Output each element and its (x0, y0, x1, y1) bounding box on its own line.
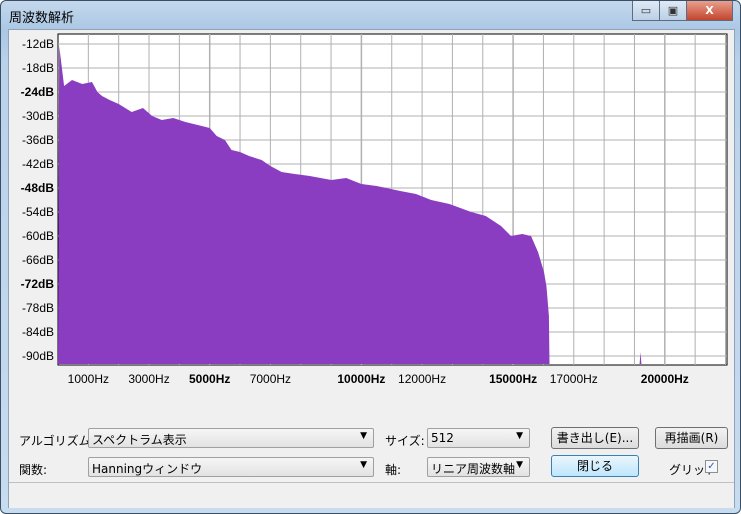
size-value: 512 (431, 431, 454, 445)
y-tick-label: -60dB (22, 229, 54, 243)
x-tick-label: 20000Hz (641, 372, 689, 386)
x-tick-label: 15000Hz (489, 372, 537, 386)
x-tick-label: 7000Hz (250, 372, 291, 386)
algorithm-value: スペクトラム表示 (92, 433, 187, 447)
y-tick-label: -66dB (22, 253, 54, 267)
y-tick-label: -84dB (22, 325, 54, 339)
function-label: 関数: (19, 463, 48, 477)
y-tick-label: -36dB (22, 133, 54, 147)
x-tick-label: 10000Hz (337, 372, 385, 386)
algorithm-select[interactable]: スペクトラム表示 ▼ (88, 428, 374, 448)
y-tick-label: -18dB (22, 61, 54, 75)
x-tick-label: 17000Hz (550, 372, 598, 386)
x-tick-label: 1000Hz (68, 372, 109, 386)
y-tick-label: -90dB (22, 349, 54, 363)
function-value: Hanningウィンドウ (92, 462, 203, 476)
y-tick-label: -72dB (21, 277, 55, 291)
axis-label: 軸: (385, 463, 402, 477)
y-tick-label: -12dB (22, 37, 54, 51)
frequency-analysis-window: 周波数解析 ▭ ▣ X -12dB -18dB -24dB -30dB -36dB -42… (0, 0, 741, 514)
size-label: サイズ: (385, 434, 425, 448)
algorithm-label: アルゴリズム: (19, 434, 95, 448)
y-tick-label: -48dB (21, 181, 55, 195)
function-select[interactable]: Hanningウィンドウ ▼ (88, 457, 374, 477)
y-tick-label: -24dB (21, 85, 55, 99)
grid-checkbox[interactable]: ✓ (705, 460, 718, 473)
chevron-down-icon: ▼ (360, 460, 367, 470)
client-area: -12dB -18dB -24dB -30dB -36dB -42dB -48dB -54dB… (8, 29, 735, 508)
spectrum-chart: -12dB -18dB -24dB -30dB -36dB -42dB -48dB -54dB… (21, 33, 728, 386)
x-tick-label: 12000Hz (398, 372, 446, 386)
y-tick-label: -78dB (22, 301, 54, 315)
redraw-button[interactable]: 再描画(R) (655, 427, 728, 449)
chevron-down-icon: ▼ (516, 431, 523, 441)
y-tick-label: -30dB (22, 109, 54, 123)
x-tick-label: 3000Hz (128, 372, 169, 386)
size-select[interactable]: 512 ▼ (427, 428, 530, 448)
close-button[interactable]: 閉じる (551, 455, 639, 477)
chevron-down-icon: ▼ (516, 460, 523, 470)
axis-value: リニア周波数軸 (431, 462, 516, 476)
x-tick-label: 5000Hz (189, 372, 230, 386)
status-bar (9, 482, 734, 508)
maximize-button[interactable]: ▣ (659, 1, 687, 21)
close-window-button[interactable]: X (686, 1, 733, 21)
window-title: 周波数解析 (9, 11, 75, 26)
y-tick-label: -42dB (22, 157, 54, 171)
axis-select[interactable]: リニア周波数軸 ▼ (427, 457, 530, 477)
y-tick-label: -54dB (22, 205, 54, 219)
minimize-button[interactable]: ▭ (632, 1, 660, 21)
export-button[interactable]: 書き出し(E)... (551, 427, 639, 449)
chevron-down-icon: ▼ (360, 431, 367, 441)
